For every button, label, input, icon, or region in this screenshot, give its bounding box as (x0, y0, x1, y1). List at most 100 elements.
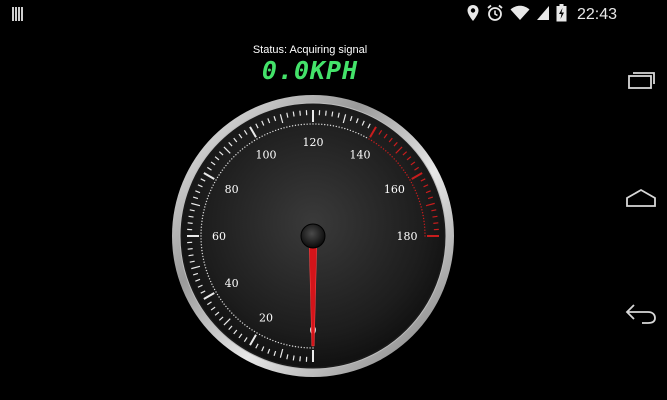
gauge-dot (406, 174, 408, 176)
gauge-dot (306, 123, 308, 125)
gauge-dot (346, 128, 349, 131)
battery-charging-icon (556, 4, 567, 26)
gauge-dot (204, 267, 207, 269)
gauge-dot (211, 283, 213, 285)
gauge-dot (200, 235, 202, 237)
gauge-dot (326, 124, 329, 126)
gauge-dot (385, 150, 387, 152)
gauge-dot (300, 346, 302, 349)
gauge-minor-tick (433, 222, 439, 224)
gauge-dot (341, 127, 343, 129)
gauge-dot (235, 154, 237, 156)
gauge-dot (380, 146, 382, 148)
gauge-label-20: 20 (259, 311, 273, 324)
gauge-dot (280, 342, 282, 345)
back-button[interactable] (623, 298, 659, 334)
gauge-dot (241, 148, 244, 150)
gauge-dot (274, 340, 277, 343)
gauge-dot (315, 123, 317, 125)
location-icon (466, 4, 480, 26)
gauge-dot (360, 134, 362, 136)
gauge-dot (420, 206, 422, 208)
gauge-dot (418, 200, 421, 203)
gauge-dot (206, 272, 209, 275)
gauge-dot (200, 244, 203, 246)
gauge-dot (344, 127, 346, 130)
gauge-dot (235, 316, 237, 318)
gauge-dot (216, 293, 219, 296)
recent-apps-button[interactable] (623, 64, 659, 100)
gauge-dot (227, 308, 229, 310)
gauge-dot (225, 164, 227, 167)
gauge-dot (397, 162, 399, 164)
gauge-dot (424, 235, 426, 237)
gauge-dot (206, 197, 209, 200)
gauge-dot (283, 343, 285, 345)
gauge-dot (419, 203, 422, 205)
recent-apps-icon (626, 70, 656, 94)
gauge-dot (349, 129, 352, 132)
gauge-dot (256, 332, 258, 334)
gauge-dot (423, 226, 426, 228)
gauge-dot (410, 181, 413, 184)
gauge-dot (213, 288, 216, 291)
gauge-dot (258, 136, 261, 139)
gauge-dot (303, 346, 305, 349)
gauge-dot (209, 280, 212, 283)
gauge-dot (318, 123, 320, 125)
gauge-dot (402, 169, 405, 171)
gauge-dot (218, 174, 220, 176)
gauge-dot (424, 229, 426, 231)
gauge-dot (251, 141, 253, 143)
gauge-dot (244, 146, 246, 148)
gauge-dot (306, 347, 308, 349)
gauge-dot (208, 192, 211, 194)
gauge-minor-tick (292, 355, 295, 361)
home-button[interactable] (623, 182, 659, 218)
gauge-dot (200, 241, 202, 243)
gauge-dot (200, 247, 203, 249)
gauge-dot (352, 130, 354, 133)
gauge-dot (233, 156, 235, 158)
gauge-dot (391, 156, 393, 158)
gauge-dot (207, 195, 210, 197)
gauge-dot (239, 320, 241, 322)
gauge-dot (378, 144, 380, 147)
gauge-dot (272, 339, 274, 342)
gauge-dot (229, 160, 231, 162)
gauge-dot (387, 152, 389, 154)
gauge-dot (253, 139, 256, 142)
gauge-dot (239, 150, 241, 152)
status-bar: 22:43 (0, 0, 667, 28)
gauge-dot (201, 249, 203, 252)
gauge-dot (401, 167, 403, 169)
gauge-dot (266, 132, 269, 135)
gauge-minor-tick (432, 215, 438, 218)
gauge-dot (215, 291, 217, 293)
gauge-dot (373, 141, 375, 143)
gauge-dot (261, 135, 263, 137)
gauge-dot (286, 344, 288, 346)
gauge-dot (225, 305, 227, 308)
gauge-dot (423, 223, 426, 225)
gauge-dot (244, 324, 246, 326)
gauge-dot (382, 148, 385, 150)
gauge-dot (421, 209, 423, 211)
gauge-dot (207, 275, 210, 277)
gauge-dot (231, 312, 233, 314)
gauge-dot (258, 333, 261, 336)
gauge-minor-tick (188, 254, 194, 257)
gauge-dot (321, 123, 323, 126)
gauge-dot (309, 123, 311, 125)
gauge-dot (312, 123, 314, 125)
gauge-minor-tick (299, 110, 301, 116)
wifi-icon (510, 5, 530, 25)
gauge-dot (201, 252, 204, 255)
gauge-minor-tick (187, 248, 193, 250)
gauge-dot (202, 214, 204, 217)
gauge-dot (414, 189, 417, 192)
gauge-dot (221, 301, 224, 303)
gauge-dot (363, 135, 365, 137)
alarm-icon (486, 4, 504, 26)
gauge-dot (202, 212, 205, 214)
